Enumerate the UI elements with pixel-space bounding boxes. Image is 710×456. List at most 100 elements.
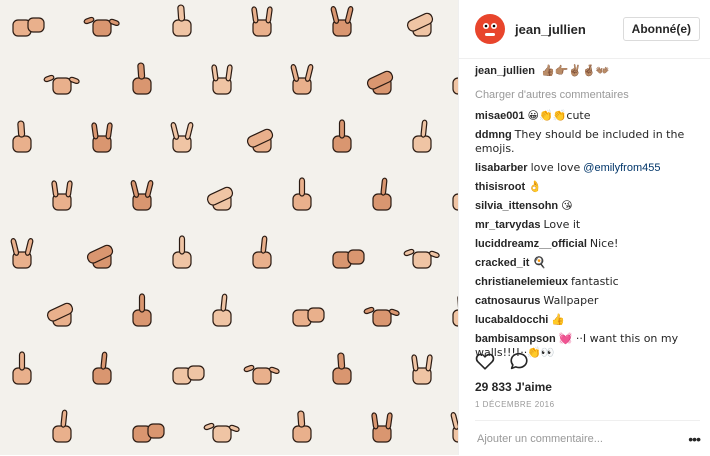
comment-username[interactable]: cracked_it xyxy=(475,257,529,269)
hand-gesture-icon xyxy=(13,352,31,384)
comment-text: fantastic xyxy=(571,275,619,288)
hand-gesture-icon xyxy=(333,120,351,152)
hand-gesture-icon xyxy=(213,294,231,326)
instagram-post: jean_jullien Abonné(e) jean_jullien 👍🏽👉🏽… xyxy=(0,0,710,455)
hand-gesture-icon xyxy=(133,63,151,94)
comment-text: love love xyxy=(531,161,581,174)
hand-gesture-icon xyxy=(131,180,154,210)
hand-gesture-icon xyxy=(52,181,73,210)
comment-item: lucabaldocchi👍 xyxy=(475,313,700,327)
hand-gesture-icon xyxy=(366,70,394,94)
comment-username[interactable]: luciddreamz__official xyxy=(475,238,587,250)
comment-username[interactable]: misae001 xyxy=(475,110,525,122)
hand-gesture-icon xyxy=(206,186,234,210)
hand-gesture-icon xyxy=(293,178,311,210)
hand-gesture-icon xyxy=(171,122,194,152)
hand-gesture-icon xyxy=(252,7,273,36)
caption-text: 👍🏽👉🏽✌🏽🤞🏽👐🏽 xyxy=(541,64,609,77)
comment-username[interactable]: christianelemieux xyxy=(475,276,568,288)
hand-gesture-icon xyxy=(451,412,458,442)
comment-text: Nice! xyxy=(590,237,619,250)
hand-gesture-icon xyxy=(13,18,44,36)
hand-gesture-icon xyxy=(406,12,434,36)
hand-gesture-icon xyxy=(291,64,314,94)
comment-item: thisisroot👌 xyxy=(475,180,700,194)
comment-mention[interactable]: @emilyfrom455 xyxy=(583,162,660,174)
hand-gesture-icon xyxy=(253,236,271,268)
comment-item: cracked_it🍳 xyxy=(475,256,700,270)
hand-gesture-icon xyxy=(13,121,31,152)
hand-gesture-pattern xyxy=(0,0,458,455)
comment-username[interactable]: thisisroot xyxy=(475,181,525,193)
comment-username[interactable]: mr_tarvydas xyxy=(475,219,540,231)
caption: jean_jullien 👍🏽👉🏽✌🏽🤞🏽👐🏽 xyxy=(475,64,700,78)
hand-gesture-icon xyxy=(44,75,80,94)
comment-item: ddmngThey should be included in the emoj… xyxy=(475,128,700,156)
caption-username[interactable]: jean_jullien xyxy=(475,65,535,77)
load-more-comments[interactable]: Charger d'autres commentaires xyxy=(475,88,700,102)
hand-gesture-icon xyxy=(133,424,164,442)
hand-gesture-icon xyxy=(373,178,391,210)
hand-gesture-icon xyxy=(244,365,280,384)
post-image[interactable] xyxy=(0,0,458,455)
comment-text: Love it xyxy=(543,218,580,231)
hand-gesture-icon xyxy=(53,410,71,442)
comment-username[interactable]: silvia_ittensohn xyxy=(475,200,558,212)
hand-gesture-icon xyxy=(173,236,191,268)
more-options-icon[interactable]: ••• xyxy=(688,431,700,447)
comment-text: 🍳 xyxy=(532,256,546,269)
post-header: jean_jullien Abonné(e) xyxy=(459,0,710,59)
comment-username[interactable]: lisabarber xyxy=(475,162,528,174)
comment-text: 😀👏👏cute xyxy=(528,109,591,122)
hand-gesture-icon xyxy=(212,65,233,94)
hand-gesture-icon xyxy=(92,123,113,152)
comment-username[interactable]: ddmng xyxy=(475,129,512,141)
hand-gesture-icon xyxy=(404,249,440,268)
comment-username[interactable]: bambisampson xyxy=(475,333,556,345)
hand-gesture-icon xyxy=(86,244,114,268)
hand-gesture-icon xyxy=(11,238,34,268)
comments-list: jean_jullien 👍🏽👉🏽✌🏽🤞🏽👐🏽 Charger d'autres… xyxy=(475,64,700,365)
follow-button[interactable]: Abonné(e) xyxy=(623,17,700,41)
hand-gesture-icon xyxy=(333,250,364,268)
comment-icon[interactable] xyxy=(509,352,529,375)
comment-item: luciddreamz__officialNice! xyxy=(475,237,700,251)
post-author[interactable]: jean_jullien xyxy=(515,22,623,37)
hand-gesture-icon xyxy=(293,411,311,442)
post-sidebar: jean_jullien Abonné(e) jean_jullien 👍🏽👉🏽… xyxy=(458,0,710,455)
hand-gesture-icon xyxy=(372,413,393,442)
comment-item: silvia_ittensohn😘 xyxy=(475,199,700,213)
hand-gesture-icon xyxy=(246,128,274,152)
comment-text: Wallpaper xyxy=(543,294,598,307)
hand-gesture-icon xyxy=(333,353,351,384)
hand-gesture-icon xyxy=(364,307,400,326)
face-icon xyxy=(475,14,505,44)
hand-gesture-icon xyxy=(173,366,204,384)
comment-text: 😘 xyxy=(561,199,572,212)
post-date: 1 DÉCEMBRE 2016 xyxy=(475,400,555,409)
hand-gesture-icon xyxy=(204,423,240,442)
hand-gesture-icon xyxy=(93,352,111,384)
comment-item: lisabarberlove love @emilyfrom455 xyxy=(475,161,700,175)
add-comment-input[interactable] xyxy=(475,432,688,446)
hand-gesture-icon xyxy=(293,308,324,326)
hand-gesture-icon xyxy=(84,17,120,36)
avatar[interactable] xyxy=(475,14,505,44)
hand-gesture-icon xyxy=(173,5,191,36)
comment-item: misae001😀👏👏cute xyxy=(475,109,700,123)
comment-item: catnosaurusWallpaper xyxy=(475,294,700,308)
hand-gesture-icon xyxy=(413,120,431,152)
post-actions xyxy=(475,352,529,375)
hand-gesture-icon xyxy=(133,294,151,326)
heart-icon[interactable] xyxy=(475,352,495,375)
hand-gesture-icon xyxy=(46,302,74,326)
comment-username[interactable]: lucabaldocchi xyxy=(475,314,548,326)
add-comment-bar: ••• xyxy=(475,420,700,456)
hand-gesture-icon xyxy=(412,355,433,384)
comment-text: 👍 xyxy=(551,313,565,326)
comment-text: 👌 xyxy=(528,180,542,193)
likes-count[interactable]: 29 833 J'aime xyxy=(475,380,552,394)
hand-gesture-icon xyxy=(331,6,354,36)
comment-item: mr_tarvydasLove it xyxy=(475,218,700,232)
comment-username[interactable]: catnosaurus xyxy=(475,295,540,307)
